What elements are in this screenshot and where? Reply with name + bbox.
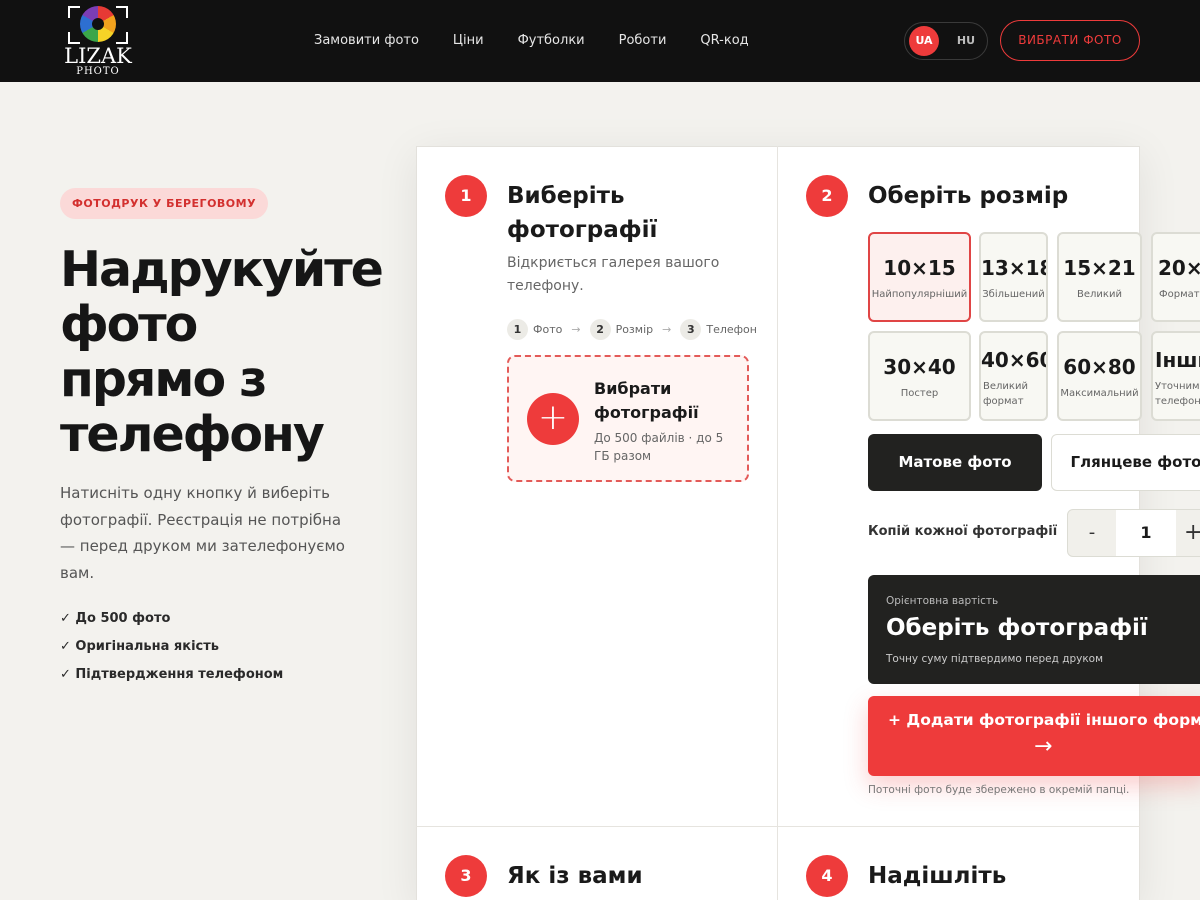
trail-step-label: Фото <box>533 323 563 336</box>
choose-photo-button[interactable]: ВИБРАТИ ФОТО <box>1000 20 1140 61</box>
arrow-right-icon: → <box>571 323 581 336</box>
size-option-13x18[interactable]: 13×18 Збільшений <box>979 232 1048 322</box>
size-value: 10×15 <box>883 256 956 280</box>
logo-wordmark: LIZAK <box>64 44 132 68</box>
size-label: Великий <box>1077 289 1122 300</box>
lang-hu[interactable]: HU <box>953 26 979 56</box>
step-number: 3 <box>445 855 487 897</box>
size-value: 20×30 <box>1158 256 1200 280</box>
size-option-15x21[interactable]: 15×21 Великий <box>1057 232 1142 322</box>
nav-works[interactable]: Роботи <box>619 33 667 48</box>
increment-button[interactable]: + <box>1184 510 1200 556</box>
aperture-icon <box>80 6 116 42</box>
upload-title: Вибрати фотографії <box>594 379 699 422</box>
size-option-30x40[interactable]: 30×40 Постер <box>868 331 971 421</box>
copies-input[interactable]: 1 <box>1116 510 1176 556</box>
nav-qr-code[interactable]: QR-код <box>700 33 748 48</box>
size-label: Збільшений <box>982 289 1045 300</box>
upload-dropzone[interactable]: + Вибрати фотографії До 500 файлів · до … <box>507 355 749 482</box>
step3-title: Як із вами <box>507 863 643 889</box>
arrow-right-icon: → <box>662 323 672 336</box>
hero-description: Натисніть одну кнопку й виберіть фотогра… <box>60 484 345 582</box>
copies-stepper: - 1 + <box>1067 509 1200 557</box>
size-label: Формат А4 <box>1159 289 1200 300</box>
size-label: Найпопулярніший <box>871 289 968 300</box>
nav-tshirts[interactable]: Футболки <box>518 33 585 48</box>
logo-corner-br <box>116 32 128 44</box>
site-header: LIZAK PHOTO Замовити фото Ціни Футболки … <box>0 0 1200 82</box>
size-option-20x30[interactable]: 20×30 Формат А4 <box>1151 232 1200 322</box>
step-number: 1 <box>445 175 487 217</box>
trail-step-number: 1 <box>507 319 528 340</box>
hero-title-line: прямо з <box>60 351 268 408</box>
step-number: 2 <box>806 175 848 217</box>
hero-title-line: фото <box>60 296 198 353</box>
size-label: Максимальний <box>1060 388 1139 399</box>
progress-trail: 1 Фото → 2 Розмір → 3 Телефон <box>507 319 757 340</box>
step-number: 4 <box>806 855 848 897</box>
decrement-button[interactable]: - <box>1068 510 1116 556</box>
trail-step-label: Розмір <box>615 323 654 336</box>
size-label: Постер <box>900 388 939 399</box>
upload-limits: До 500 файлів · до 5 ГБ разом <box>594 431 724 463</box>
logo-corner-tr <box>116 6 128 18</box>
copies-label: Копій кожної фотографії <box>868 524 1058 539</box>
arrow-right-icon: → <box>1034 734 1053 759</box>
trail-step-number: 2 <box>589 319 611 340</box>
step1-title: Виберіть фотографії <box>507 183 658 243</box>
matte-finish-button[interactable]: Матове фото <box>868 434 1042 491</box>
size-value: 13×18 <box>981 256 1048 280</box>
location-badge: ФОТОДРУК У БЕРЕГОВОМУ <box>60 188 269 219</box>
estimate-label: Орієнтовна вартість <box>886 595 999 607</box>
language-switch: UA HU <box>904 22 988 60</box>
glossy-finish-button[interactable]: Глянцеве фото <box>1051 434 1200 491</box>
logo-corner-bl <box>68 32 80 44</box>
panel-divider <box>416 826 1140 827</box>
size-option-other[interactable]: Інший Уточнимо телефоном <box>1151 331 1200 421</box>
step2-title: Оберіть розмір <box>868 183 1069 209</box>
nav-order-photo[interactable]: Замовити фото <box>314 33 419 48</box>
size-label: Уточнимо телефоном <box>1155 381 1200 407</box>
lang-ua[interactable]: UA <box>909 26 939 56</box>
size-value: Інший <box>1155 348 1200 372</box>
logo-corner-tl <box>68 6 80 18</box>
estimate-value: Оберіть фотографії <box>886 615 1148 641</box>
size-option-10x15[interactable]: 10×15 Найпопулярніший <box>868 232 971 322</box>
size-value: 60×80 <box>1063 355 1136 379</box>
nav-prices[interactable]: Ціни <box>453 33 484 48</box>
hero-title-line: телефону <box>60 406 325 463</box>
step1-subtitle: Відкриється галерея вашого телефону. <box>507 255 720 294</box>
size-value: 15×21 <box>1063 256 1136 280</box>
trail-step-label: Телефон <box>706 323 757 336</box>
size-value: 40×60 <box>981 348 1048 372</box>
plus-icon: + <box>527 393 579 445</box>
price-estimate-card: Орієнтовна вартість Оберіть фотографії Т… <box>868 575 1200 684</box>
size-option-40x60[interactable]: 40×60 Великий формат <box>979 331 1048 421</box>
main-nav: Замовити фото Ціни Футболки Роботи QR-ко… <box>314 33 749 48</box>
add-other-format-button[interactable]: + Додати фотографії іншого формату → <box>868 696 1200 776</box>
size-label: Великий формат <box>983 381 1028 407</box>
trail-step-number: 3 <box>680 319 702 340</box>
hero-title: Надрукуйте фото прямо з телефону <box>60 241 384 463</box>
size-option-60x80[interactable]: 60×80 Максимальний <box>1057 331 1142 421</box>
feature-item: ✓ Оригінальна якість <box>60 639 219 654</box>
size-value: 30×40 <box>883 355 956 379</box>
feature-list: ✓ До 500 фото ✓ Оригінальна якість ✓ Під… <box>60 610 283 694</box>
logo-subtitle: PHOTO <box>76 66 120 77</box>
step4-title: Надішліть <box>868 863 1007 889</box>
feature-item: ✓ Підтвердження телефоном <box>60 667 284 682</box>
panel-divider <box>777 146 778 900</box>
feature-item: ✓ До 500 фото <box>60 611 171 626</box>
folder-note: Поточні фото буде збережено в окремій па… <box>868 784 1130 796</box>
hero-title-line: Надрукуйте <box>60 241 384 298</box>
add-other-format-label: + Додати фотографії іншого формату <box>888 711 1200 729</box>
logo[interactable]: LIZAK PHOTO <box>60 0 136 80</box>
estimate-note: Точну суму підтвердимо перед друком <box>886 653 1104 665</box>
